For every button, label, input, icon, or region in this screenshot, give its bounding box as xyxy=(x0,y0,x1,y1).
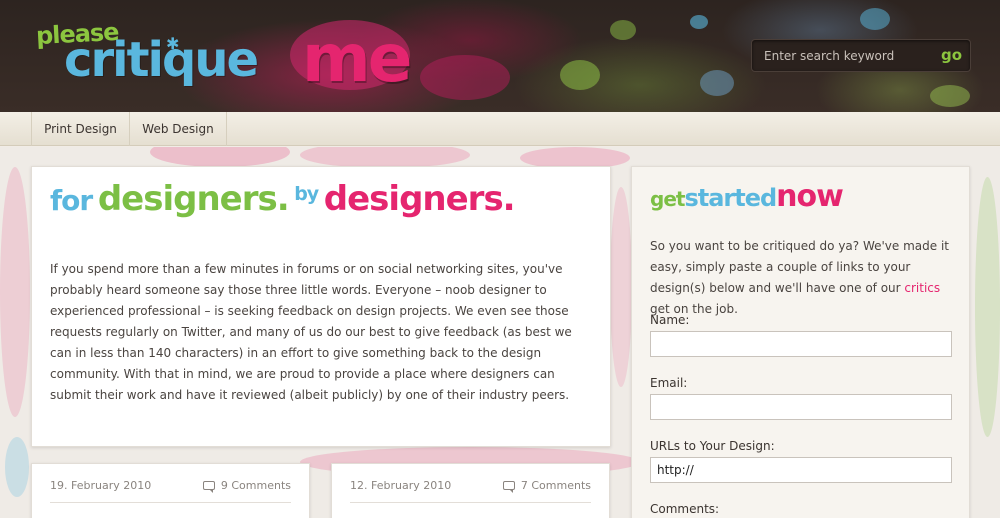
paint-splatter xyxy=(610,187,632,387)
name-field[interactable] xyxy=(650,331,952,357)
nav-item-web-design[interactable]: Web Design xyxy=(129,112,227,146)
search-go-button[interactable]: go xyxy=(941,46,962,64)
site-logo[interactable]: please ✱ critique me xyxy=(34,18,474,98)
search-input[interactable] xyxy=(764,47,934,65)
paint-splatter xyxy=(300,147,470,168)
post-comments-link[interactable]: 9 Comments xyxy=(202,479,291,493)
post-comments-count: 9 Comments xyxy=(220,479,291,492)
paint-splatter xyxy=(560,60,600,90)
get-started-sidebar: getstartednow So you want to be critique… xyxy=(631,166,970,518)
logo-me-text: me xyxy=(302,20,413,97)
post-card: 12. February 2010 7 Comments xyxy=(331,463,610,518)
urls-field[interactable] xyxy=(650,457,952,483)
email-field[interactable] xyxy=(650,394,952,420)
sidebar-title-started: started xyxy=(684,184,777,212)
critics-link[interactable]: critics xyxy=(904,281,940,295)
sidebar-title-now: now xyxy=(776,179,844,214)
paint-splatter xyxy=(930,85,970,107)
hero-title-designers: designers. xyxy=(97,179,290,219)
post-date: 12. February 2010 xyxy=(350,479,452,492)
name-label: Name: xyxy=(650,313,690,327)
nav-item-print-design[interactable]: Print Design xyxy=(31,112,129,146)
search-box: go xyxy=(751,39,971,72)
paint-splatter xyxy=(860,8,890,30)
hero-title-by: by xyxy=(294,183,319,205)
post-date: 19. February 2010 xyxy=(50,479,152,492)
post-comments-count: 7 Comments xyxy=(520,479,591,492)
logo-critique-text: critique xyxy=(64,32,259,88)
post-card: 19. February 2010 9 Comments xyxy=(31,463,310,518)
paint-splatter xyxy=(150,147,290,167)
comment-icon xyxy=(502,481,515,493)
paint-splatter xyxy=(5,437,29,497)
site-header: please ✱ critique me go xyxy=(0,0,1000,112)
paint-splatter xyxy=(610,20,636,40)
sidebar-title: getstartednow xyxy=(650,179,844,214)
intro-paragraph: If you spend more than a few minutes in … xyxy=(50,262,572,402)
email-label: Email: xyxy=(650,376,688,390)
intro-card: for designers. by designers. If you spen… xyxy=(31,166,611,447)
sidebar-title-get: get xyxy=(650,187,685,211)
hero-title-for: for xyxy=(50,184,93,217)
post-divider xyxy=(350,502,591,503)
comment-icon xyxy=(202,481,215,493)
hero-title: for designers. by designers. xyxy=(50,179,610,229)
post-divider xyxy=(50,502,291,503)
paint-splatter xyxy=(690,15,708,29)
hero-title-designers-pink: designers. xyxy=(323,179,516,219)
urls-label: URLs to Your Design: xyxy=(650,439,775,453)
comments-label: Comments: xyxy=(650,502,720,516)
main-nav: Print Design Web Design xyxy=(0,112,1000,146)
paint-splatter xyxy=(700,70,734,96)
paint-splatter xyxy=(0,167,30,417)
sidebar-intro: So you want to be critiqued do ya? We've… xyxy=(650,236,958,320)
post-comments-link[interactable]: 7 Comments xyxy=(502,479,591,493)
paint-splatter xyxy=(975,177,1000,437)
